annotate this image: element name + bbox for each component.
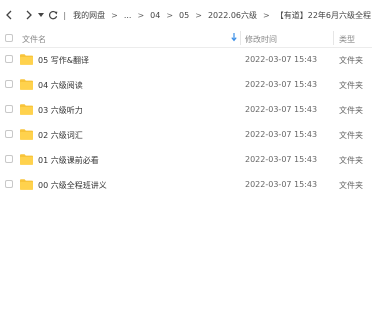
breadcrumb-current[interactable]: 【有道】22年6月六级全程	[275, 10, 372, 21]
refresh-button[interactable]	[47, 8, 60, 22]
folder-icon	[20, 104, 33, 115]
chevron-separator-icon: >	[111, 10, 118, 20]
sort-down-arrow-icon[interactable]	[231, 32, 237, 42]
file-type: 文件夹	[339, 56, 363, 65]
file-type: 文件夹	[339, 131, 363, 140]
folder-icon	[20, 79, 33, 90]
file-modified: 2022-03-07 15:43	[245, 55, 318, 64]
column-divider[interactable]	[240, 31, 241, 45]
file-type: 文件夹	[339, 156, 363, 165]
file-name: 05 写作&翻译	[38, 56, 89, 65]
breadcrumb-item[interactable]: 2022.06六级	[207, 10, 258, 21]
select-all-checkbox[interactable]	[5, 34, 13, 42]
file-name: 01 六级课前必看	[38, 156, 99, 165]
file-name: 04 六级阅读	[38, 81, 83, 90]
file-modified: 2022-03-07 15:43	[245, 105, 318, 114]
file-modified: 2022-03-07 15:43	[245, 155, 318, 164]
file-modified: 2022-03-07 15:43	[245, 80, 318, 89]
breadcrumb-ellipsis[interactable]: ...	[123, 11, 133, 20]
column-divider[interactable]	[333, 31, 334, 45]
file-name: 02 六级词汇	[38, 131, 83, 140]
folder-icon	[20, 179, 33, 190]
breadcrumb-item[interactable]: 04	[149, 11, 161, 20]
breadcrumb: 我的网盘 > ... > 04 > 05 > 2022.06六级 > 【有道】2…	[72, 10, 372, 21]
list-item-folder[interactable]: 03 六级听力 2022-03-07 15:43 文件夹	[0, 97, 372, 122]
chevron-left-icon	[6, 10, 12, 20]
file-type: 文件夹	[339, 81, 363, 90]
list-item-folder[interactable]: 00 六级全程班讲义 2022-03-07 15:43 文件夹	[0, 172, 372, 197]
caret-down-icon	[38, 12, 45, 17]
refresh-icon	[48, 10, 58, 20]
column-header-modified[interactable]: 修改时间	[245, 34, 277, 45]
chevron-right-icon	[26, 10, 33, 20]
chevron-separator-icon: >	[263, 10, 270, 20]
row-checkbox[interactable]	[5, 105, 13, 113]
list-item-folder[interactable]: 02 六级词汇 2022-03-07 15:43 文件夹	[0, 122, 372, 147]
file-list-header: 文件名 修改时间 类型	[0, 29, 372, 48]
file-name: 00 六级全程班讲义	[38, 181, 107, 190]
list-item-folder[interactable]: 04 六级阅读 2022-03-07 15:43 文件夹	[0, 72, 372, 97]
row-checkbox[interactable]	[5, 55, 13, 63]
chevron-separator-icon: >	[137, 10, 145, 20]
column-header-name[interactable]: 文件名	[22, 34, 46, 45]
row-checkbox[interactable]	[5, 130, 13, 138]
row-checkbox[interactable]	[5, 180, 13, 188]
chevron-separator-icon: >	[166, 10, 174, 20]
folder-icon	[20, 154, 33, 165]
column-header-type[interactable]: 类型	[339, 34, 355, 45]
forward-button[interactable]	[23, 8, 36, 22]
breadcrumb-item[interactable]: 我的网盘	[72, 10, 106, 21]
breadcrumb-item[interactable]: 05	[178, 11, 190, 20]
list-item-folder[interactable]: 01 六级课前必看 2022-03-07 15:43 文件夹	[0, 147, 372, 172]
file-type: 文件夹	[339, 106, 363, 115]
folder-icon	[20, 54, 33, 65]
row-checkbox[interactable]	[5, 155, 13, 163]
folder-icon	[20, 129, 33, 140]
history-dropdown-button[interactable]	[36, 8, 47, 22]
back-button[interactable]	[3, 8, 16, 22]
chevron-separator-icon: >	[195, 10, 202, 20]
file-type: 文件夹	[339, 181, 363, 190]
list-item-folder[interactable]: 05 写作&翻译 2022-03-07 15:43 文件夹	[0, 47, 372, 72]
file-name: 03 六级听力	[38, 106, 83, 115]
toolbar: | 我的网盘 > ... > 04 > 05 > 2022.06六级 > 【有道…	[0, 0, 372, 30]
breadcrumb-start-separator: |	[63, 10, 67, 20]
file-modified: 2022-03-07 15:43	[245, 180, 318, 189]
file-modified: 2022-03-07 15:43	[245, 130, 318, 139]
row-checkbox[interactable]	[5, 80, 13, 88]
